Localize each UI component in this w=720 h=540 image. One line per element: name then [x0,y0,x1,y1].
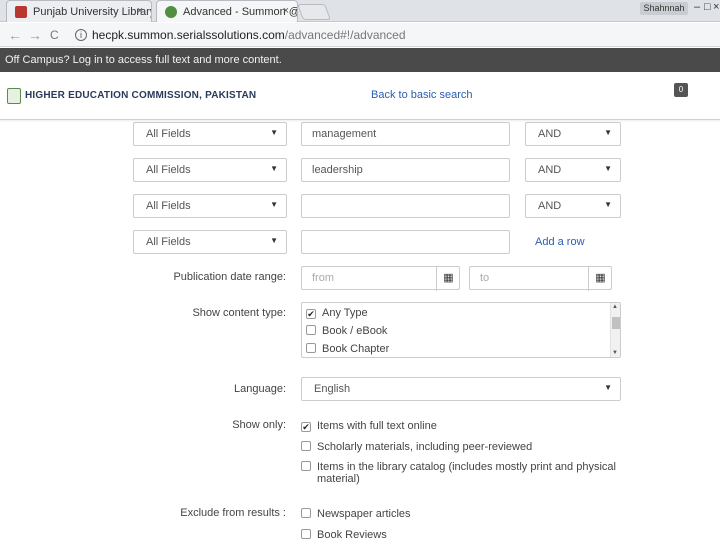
close-tab-icon[interactable]: × [137,5,143,17]
show-only-option[interactable]: ✔ Items with full text online [301,420,621,432]
option-label: Book Reviews [317,529,387,540]
option-label: Items in the library catalog (includes m… [317,461,616,485]
field-select[interactable]: All Fields ▼ [133,122,287,146]
checkbox-icon[interactable] [301,529,311,539]
operator-select[interactable]: AND ▼ [525,158,621,182]
exclude-option[interactable]: Book Reviews [301,529,621,540]
caret-down-icon: ▼ [270,164,278,173]
caret-down-icon: ▼ [270,236,278,245]
add-row-link[interactable]: Add a row [535,236,585,248]
checkbox-icon[interactable] [306,343,316,353]
caret-down-icon: ▼ [604,164,612,173]
option-label: Items with full text online [317,420,437,432]
language-value: English [314,383,351,395]
date-to-input[interactable]: to ▦ [469,266,612,291]
field-select-value: All Fields [146,128,191,140]
search-term-input[interactable]: management [301,122,510,146]
address-bar: ← → C i hecpk.summon.serialssolutions.co… [0,23,720,47]
search-term-input[interactable] [301,194,510,218]
scroll-up-icon[interactable]: ▲ [612,304,618,310]
saved-items-badge[interactable]: 0 [674,83,688,97]
search-term-input[interactable]: leadership [301,158,510,182]
show-only-option[interactable]: Items in the library catalog (includes m… [301,461,621,485]
language-label: Language: [234,383,286,395]
field-select-value: All Fields [146,164,191,176]
list-item[interactable]: ✔ Any Type [306,307,368,319]
caret-down-icon: ▼ [270,128,278,137]
url-path: /advanced#!/advanced [284,28,406,42]
field-select[interactable]: All Fields ▼ [133,158,287,182]
exclude-option[interactable]: Newspaper articles [301,508,621,520]
date-from-input[interactable]: from ▦ [301,266,460,291]
checkbox-checked-icon[interactable]: ✔ [306,309,316,319]
language-select[interactable]: English ▼ [301,377,621,401]
tab-punjab-library[interactable]: Punjab University Library × [6,0,152,22]
date-from-placeholder: from [312,272,334,284]
scroll-thumb[interactable] [612,317,620,329]
maximize-icon[interactable]: □ [704,1,711,13]
site-header: HIGHER EDUCATION COMMISSION, PAKISTAN Ba… [0,72,720,120]
forward-arrow-icon[interactable]: → [28,27,42,43]
back-arrow-icon[interactable]: ← [8,27,22,43]
close-tab-icon[interactable]: × [283,5,289,17]
show-only-label: Show only: [232,419,286,431]
checkbox-icon[interactable] [301,508,311,518]
profile-button[interactable]: Shahnnah [640,2,688,15]
field-select-value: All Fields [146,236,191,248]
operator-select[interactable]: AND ▼ [525,122,621,146]
show-only-option[interactable]: Scholarly materials, including peer-revi… [301,441,621,453]
info-icon[interactable]: i [75,29,87,41]
checkbox-checked-icon[interactable]: ✔ [301,422,311,432]
option-label: Scholarly materials, including peer-revi… [317,441,533,453]
operator-value: AND [538,200,562,212]
caret-down-icon: ▼ [270,200,278,209]
content-type-label: Show content type: [192,307,286,319]
checkbox-icon[interactable] [306,325,316,335]
favicon-icon [15,6,27,18]
minimize-icon[interactable]: – [694,1,700,13]
favicon-icon [165,6,177,18]
url-host: hecpk.summon.serialssolutions.com [92,28,285,42]
option-label: Newspaper articles [317,508,411,520]
brand-name: HIGHER EDUCATION COMMISSION, PAKISTAN [25,90,257,101]
field-select-value: All Fields [146,200,191,212]
window-close-icon[interactable]: × [713,1,719,13]
operator-value: AND [538,164,562,176]
calendar-icon[interactable]: ▦ [588,267,612,291]
search-term-input[interactable] [301,230,510,254]
checkbox-icon[interactable] [301,441,311,451]
list-item[interactable]: Book / eBook [306,325,387,337]
off-campus-banner[interactable]: Off Campus? Log in to access full text a… [0,48,720,72]
tab-advanced-summon[interactable]: Advanced - Summon @ H × [156,0,298,22]
tab-title: Punjab University Library [33,6,152,18]
field-select[interactable]: All Fields ▼ [133,230,287,254]
scroll-down-icon[interactable]: ▼ [612,350,618,356]
scrollbar[interactable]: ▲ ▼ [610,303,620,357]
back-to-basic-search-link[interactable]: Back to basic search [371,89,473,101]
content-type-list[interactable]: ✔ Any Type Book / eBook Book Chapter ▲ ▼ [301,302,621,358]
list-item-label: Book / eBook [322,325,388,337]
tab-title: Advanced - Summon @ H [183,6,297,18]
operator-select[interactable]: AND ▼ [525,194,621,218]
checkbox-icon[interactable] [301,461,311,471]
reload-icon[interactable]: C [50,28,59,42]
hec-logo-icon [7,88,21,104]
list-item-label: Book Chapter [322,343,390,355]
exclude-label: Exclude from results : [180,507,286,519]
operator-value: AND [538,128,562,140]
field-select[interactable]: All Fields ▼ [133,194,287,218]
browser-tab-bar: Punjab University Library × Advanced - S… [0,0,720,22]
date-to-placeholder: to [480,272,490,284]
publication-date-label: Publication date range: [173,271,286,283]
new-tab-button[interactable] [297,4,331,20]
list-item-label: Any Type [322,307,368,319]
caret-down-icon: ▼ [604,383,612,392]
calendar-icon[interactable]: ▦ [436,267,460,291]
caret-down-icon: ▼ [604,128,612,137]
caret-down-icon: ▼ [604,200,612,209]
url-field[interactable]: hecpk.summon.serialssolutions.com/advanc… [92,28,406,42]
list-item[interactable]: Book Chapter [306,343,389,355]
